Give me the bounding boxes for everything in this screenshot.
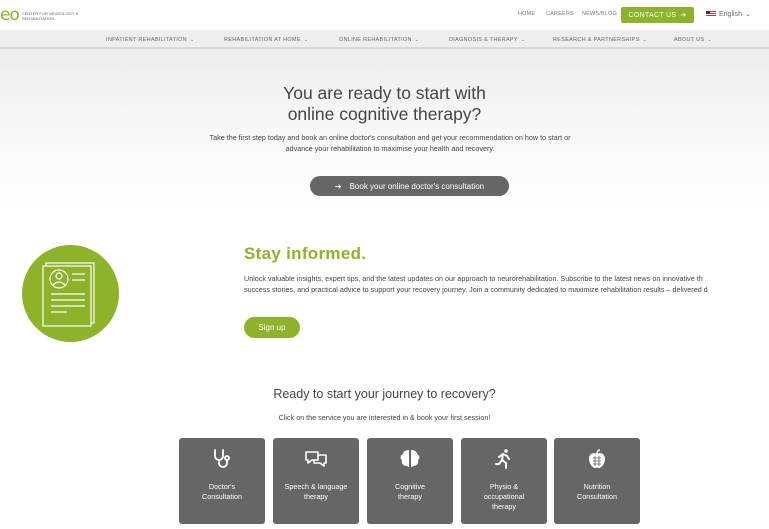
chevron-down-icon: ⌄	[744, 11, 751, 18]
chevron-down-icon: ⌄	[520, 37, 526, 43]
chevron-down-icon: ⌄	[642, 37, 647, 43]
label-line: therapy	[398, 492, 422, 501]
nav-item-diagnosis[interactable]: DIAGNOSIS & THERAPY ⌄	[449, 37, 525, 43]
nav-item-home-rehab[interactable]: REHABILITATION AT HOME ⌄	[224, 37, 308, 43]
nav-item-inpatient[interactable]: INPATIENT REHABILITATION ⌄	[106, 37, 194, 43]
newsletter-graphic	[22, 245, 119, 342]
newsletter-text-line: Unlock valuable insights, expert tips, a…	[244, 274, 703, 283]
hero-title-line: You are ready to start with	[283, 83, 486, 103]
language-selector[interactable]: English ⌄	[706, 10, 751, 18]
newsletter-text: Unlock valuable insights, expert tips, a…	[244, 273, 769, 295]
brain-icon	[400, 450, 420, 467]
label-line: Cognitive	[395, 482, 425, 491]
hero-text: Take the first step today and book an on…	[170, 132, 610, 154]
nav-item-label: ABOUT US	[674, 37, 705, 43]
us-flag-icon	[706, 11, 716, 17]
top-link-news[interactable]: NEWS/BLOG	[582, 11, 617, 17]
journey-title: Ready to start your journey to recovery?	[273, 387, 496, 401]
newsletter-text-line: success stories, and practical advice to…	[244, 285, 708, 294]
service-card-label: Nutrition Consultation	[558, 482, 636, 502]
language-label: English	[719, 10, 742, 18]
hero-text-line: Take the first step today and book an on…	[209, 133, 571, 142]
contact-us-label: CONTACT US	[628, 11, 677, 19]
main-nav: INPATIENT REHABILITATION ⌄ REHABILITATION…	[0, 31, 769, 49]
label-line: therapy	[492, 502, 516, 511]
service-card-label: Speech & language therapy	[277, 482, 355, 502]
label-line: occupational	[483, 492, 525, 501]
nav-item-online-rehab[interactable]: ONLINE REHABILITATION ⌄	[339, 37, 419, 43]
label-line: Consultation	[577, 492, 617, 501]
contact-us-button[interactable]: CONTACT US ➔	[621, 7, 694, 23]
service-card-doctor[interactable]: Doctor's Consultation	[179, 438, 265, 524]
nav-item-label: RESEARCH & PARTNERSHIPS	[553, 37, 640, 43]
chevron-down-icon: ⌄	[414, 37, 420, 43]
logo-text: CENTER FOR NEUROLOGY & REHABILITATION	[21, 10, 79, 21]
hero-title: You are ready to start with online cogni…	[0, 83, 769, 125]
service-card-label: Doctor's Consultation	[183, 482, 261, 502]
top-link-home[interactable]: HOME	[518, 11, 535, 17]
arrow-right-icon: ➔	[334, 181, 342, 191]
label-line: Consultation	[202, 492, 242, 501]
sign-up-label: Sign up	[258, 323, 286, 332]
sign-up-button[interactable]: Sign up	[244, 317, 300, 338]
nav-item-label: REHABILITATION AT HOME	[224, 37, 301, 43]
book-consultation-label: Book your online doctor's consultation	[349, 181, 485, 191]
service-card-label: Physio & occupational therapy	[465, 482, 543, 512]
label-line: Physio &	[489, 482, 519, 491]
stethoscope-icon	[214, 449, 230, 468]
running-person-icon	[495, 449, 510, 469]
service-card-physio[interactable]: Physio & occupational therapy	[461, 438, 547, 524]
newsletter-title: Stay informed.	[244, 244, 367, 263]
service-card-nutrition[interactable]: Nutrition Consultation	[554, 438, 640, 524]
top-link-careers[interactable]: CAREERS	[546, 11, 574, 17]
apple-icon	[589, 449, 605, 468]
journey-subtitle: Click on the service you are interested …	[278, 413, 491, 422]
nav-item-label: INPATIENT REHABILITATION	[106, 37, 187, 43]
nav-item-research[interactable]: RESEARCH & PARTNERSHIPS ⌄	[553, 37, 647, 43]
hero-text-line: advance your rehabilitation to maximise …	[285, 144, 495, 153]
speech-bubbles-icon	[305, 451, 327, 467]
top-bar: eo CENTER FOR NEUROLOGY & REHABILITATION…	[0, 0, 769, 31]
label-line: Nutrition	[583, 482, 611, 491]
document-profile-icon	[42, 262, 95, 327]
arrow-right-icon: ➔	[680, 12, 687, 19]
book-consultation-button[interactable]: ➔ Book your online doctor's consultation	[310, 176, 509, 196]
nav-item-label: DIAGNOSIS & THERAPY	[449, 37, 518, 43]
chevron-down-icon: ⌄	[303, 37, 309, 43]
hero-title-line: online cognitive therapy?	[287, 104, 482, 124]
label-line: Speech & language	[284, 482, 348, 491]
nav-item-label: ONLINE REHABILITATION	[339, 37, 412, 43]
logo-mark: eo	[0, 5, 20, 25]
nav-item-about[interactable]: ABOUT US ⌄	[674, 37, 712, 43]
chevron-down-icon: ⌄	[189, 37, 195, 43]
service-card-cognitive[interactable]: Cognitive therapy	[367, 438, 453, 524]
service-card-speech[interactable]: Speech & language therapy	[273, 438, 359, 524]
logo[interactable]: eo CENTER FOR NEUROLOGY & REHABILITATION	[0, 7, 82, 24]
service-card-label: Cognitive therapy	[371, 482, 449, 502]
chevron-down-icon: ⌄	[707, 37, 712, 43]
label-line: Doctor's	[208, 482, 236, 491]
label-line: therapy	[304, 492, 328, 501]
